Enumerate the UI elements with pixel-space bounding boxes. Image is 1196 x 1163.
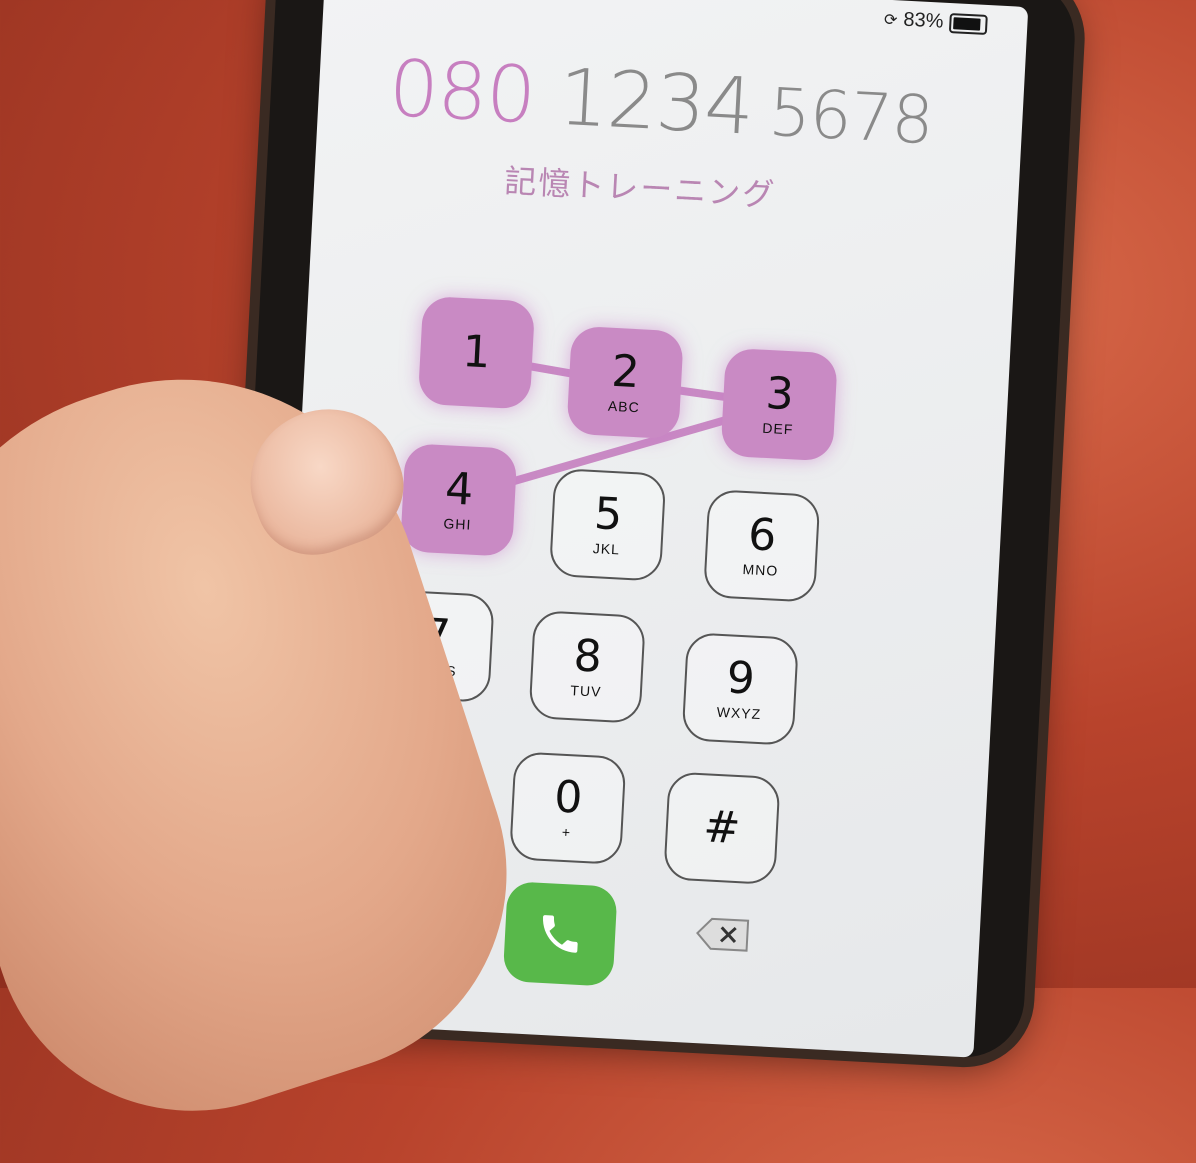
key-digit: 4 — [443, 463, 475, 516]
key-digit: # — [702, 801, 742, 855]
key-5[interactable]: 5 JKL — [548, 467, 667, 582]
key-9[interactable]: 9 WXYZ — [681, 632, 799, 746]
key-letters: TUV — [570, 682, 602, 700]
key-digit: 6 — [746, 509, 778, 562]
key-digit: 1 — [461, 326, 492, 379]
key-3[interactable]: 3 DEF — [720, 347, 838, 462]
key-digit: 8 — [572, 630, 604, 683]
key-letters: WXYZ — [716, 703, 762, 723]
key-8[interactable]: 8 TUV — [528, 610, 646, 724]
delete-button[interactable] — [695, 916, 753, 953]
key-letters: JKL — [592, 540, 621, 558]
key-letters: GHI — [443, 515, 472, 533]
key-0[interactable]: 0 + — [509, 751, 627, 865]
key-letters: + — [561, 823, 572, 841]
key-2[interactable]: 2 ABC — [566, 325, 684, 440]
key-digit: 2 — [610, 345, 641, 399]
key-4[interactable]: 4 GHI — [399, 443, 518, 557]
key-letters: DEF — [762, 419, 794, 438]
key-digit: 0 — [552, 771, 584, 824]
key-letters: MNO — [742, 560, 779, 579]
key-1[interactable]: 1 — [417, 295, 536, 410]
phone-icon — [543, 915, 578, 953]
key-digit: 3 — [764, 367, 796, 421]
call-button[interactable] — [502, 881, 618, 987]
key-hash[interactable]: # — [663, 771, 781, 886]
key-6[interactable]: 6 MNO — [703, 489, 821, 603]
backspace-icon — [696, 917, 750, 952]
key-letters: ABC — [607, 397, 641, 416]
key-digit: 9 — [725, 652, 757, 705]
key-digit: 5 — [592, 488, 624, 541]
